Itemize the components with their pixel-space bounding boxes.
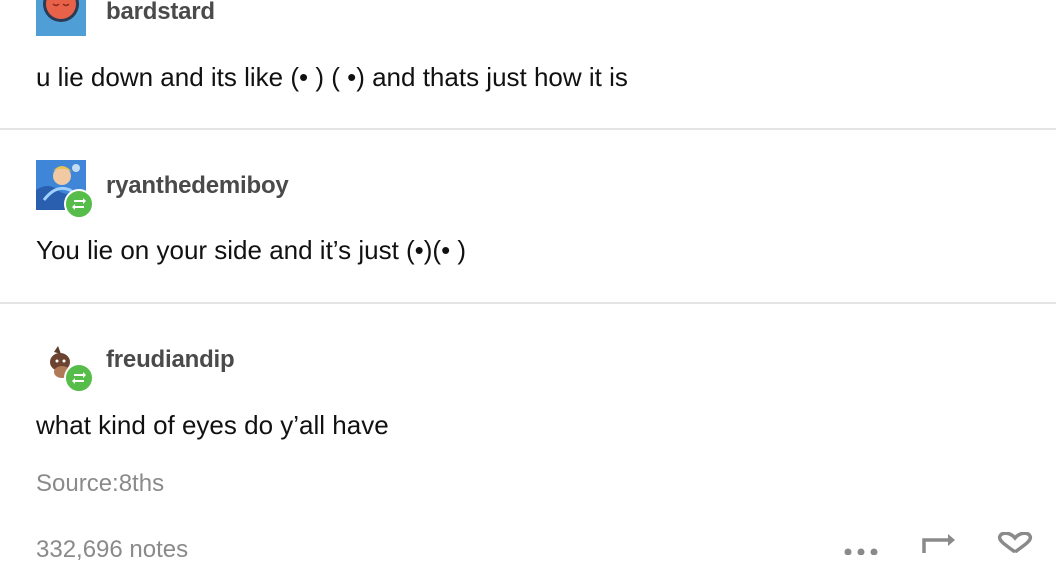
username[interactable]: bardstard — [106, 0, 215, 26]
post-body: You lie on your side and it’s just (•)(•… — [36, 235, 467, 265]
sleeping-face-icon — [36, 0, 86, 36]
avatar-bardstard[interactable] — [36, 0, 86, 36]
post-ryanthedemiboy: ryanthedemiboy You lie on your side and … — [0, 130, 1056, 304]
post-body: u lie down and its like (• ) ( •) and th… — [36, 62, 628, 92]
username[interactable]: freudiandip — [106, 346, 235, 374]
reblog-icon[interactable] — [920, 532, 960, 553]
source-link[interactable]: Source:8ths — [36, 470, 164, 498]
post-freudiandip: freudiandip what kind of eyes do y’all h… — [0, 304, 1056, 553]
username[interactable]: ryanthedemiboy — [106, 172, 289, 200]
reblog-badge-icon — [64, 363, 94, 393]
post-body: what kind of eyes do y’all have — [36, 410, 389, 440]
more-dots-icon[interactable] — [842, 542, 882, 556]
heart-icon[interactable] — [994, 531, 1036, 554]
notes-count[interactable]: 332,696 notes — [36, 536, 188, 564]
reblog-badge-icon — [64, 189, 94, 219]
post-bardstard: bardstard u lie down and its like (• ) (… — [0, 0, 1056, 130]
